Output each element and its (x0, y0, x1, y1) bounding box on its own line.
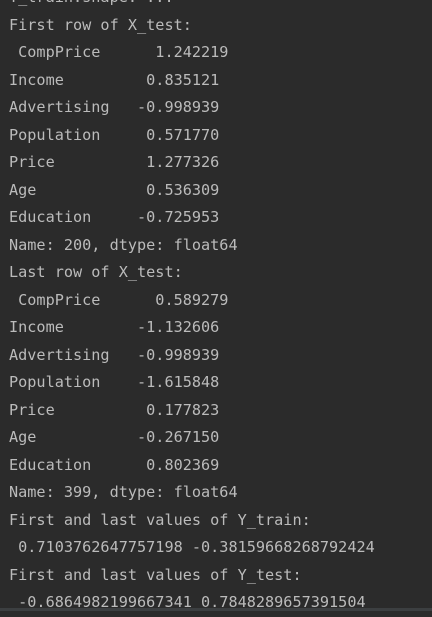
console-line: First and last values of Y_test: (9, 565, 302, 584)
console-line: Age -0.267150 (9, 428, 220, 446)
console-line: First row of X_test: (9, 15, 192, 34)
console-line: Name: 200, dtype: float64 (9, 235, 238, 254)
console-line: CompPrice 0.589279 (9, 290, 229, 309)
console-output[interactable]: Y_train.shape: ... First row of X_test: … (9, 0, 432, 617)
console-line: Income -1.132606 (9, 318, 220, 336)
console-line: Education 0.802369 (9, 455, 220, 474)
console-line: CompPrice 1.242219 (9, 43, 229, 61)
console-line: 0.7103762647757198 -0.38159668268792424 (9, 538, 375, 556)
console-line: Price 0.177823 (9, 400, 220, 419)
console-line: Name: 399, dtype: float64 (9, 483, 238, 501)
console-line: Age 0.536309 (9, 180, 220, 199)
console-line: Population -1.615848 (9, 373, 220, 391)
console-line: Income 0.835121 (9, 70, 220, 89)
console-line: Price 1.277326 (9, 153, 220, 171)
console-line: Population 0.571770 (9, 125, 220, 144)
console-line: Advertising -0.998939 (9, 98, 220, 116)
console-line: Advertising -0.998939 (9, 345, 220, 364)
console-line: First and last values of Y_train: (9, 510, 311, 529)
console-line: Last row of X_test: (9, 263, 183, 281)
console-line-partial: Y_train.shape: ... (9, 0, 432, 12)
console-line: Education -0.725953 (9, 208, 220, 226)
console-line: -0.6864982199667341 0.7848289657391504 (9, 593, 366, 611)
